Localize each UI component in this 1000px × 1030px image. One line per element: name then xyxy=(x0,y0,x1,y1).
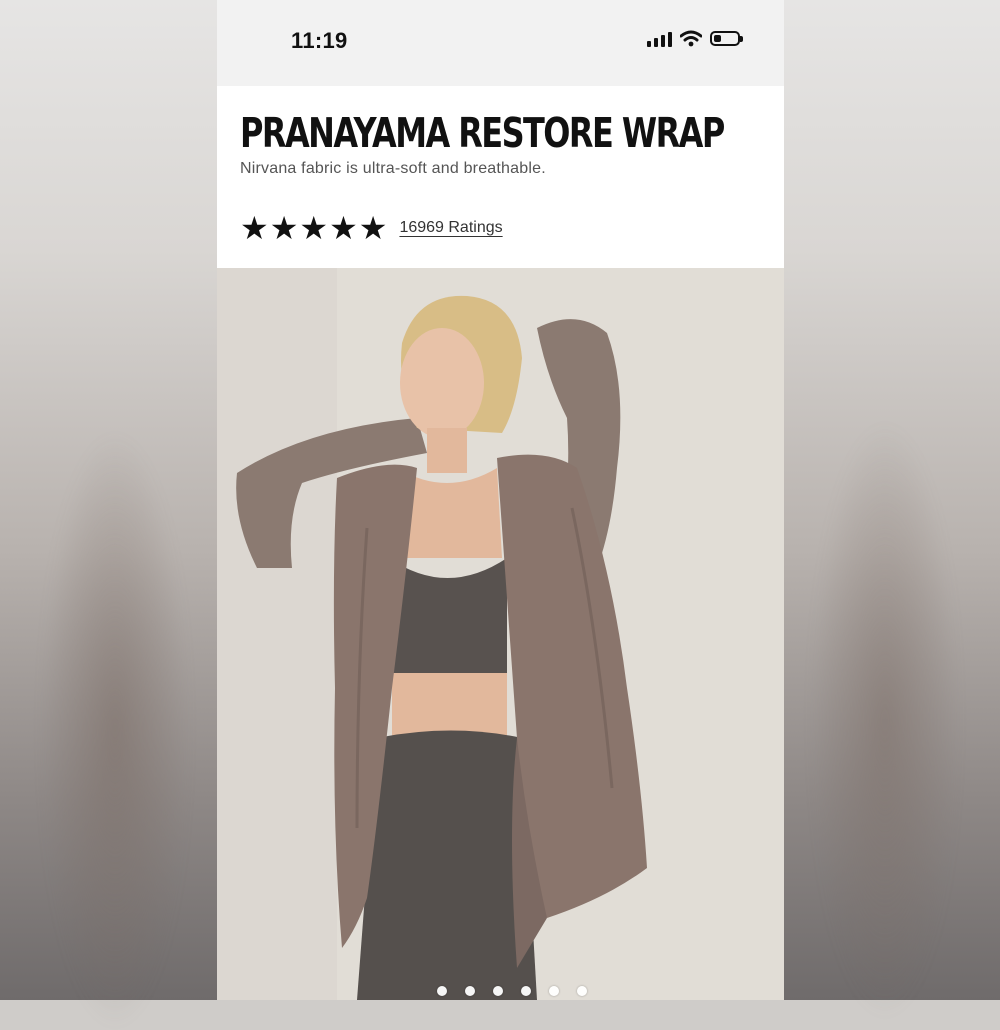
product-image[interactable] xyxy=(217,268,784,1000)
carousel-dot[interactable] xyxy=(437,986,447,996)
battery-fill xyxy=(714,35,721,42)
cellular-signal-icon xyxy=(647,31,672,47)
star-icon: ★ xyxy=(299,209,329,247)
carousel-dot[interactable] xyxy=(577,986,587,996)
carousel-dot[interactable] xyxy=(549,986,559,996)
backdrop-blur-left xyxy=(40,430,190,1030)
star-icon: ★ xyxy=(240,209,269,247)
product-header: PRANAYAMA RESTORE WRAP Nirvana fabric is… xyxy=(217,86,784,268)
carousel-dot[interactable] xyxy=(521,986,531,996)
star-icon: ★ xyxy=(329,209,358,247)
star-rating: ★ ★ ★ ★ ★ xyxy=(240,212,387,244)
phone-screen: 11:19 PRANAYAMA RESTORE WRAP Nirvana fab… xyxy=(217,0,784,1000)
status-bar: 11:19 xyxy=(217,0,784,86)
model-wearing-wrap-photo xyxy=(217,268,784,1000)
carousel-dot[interactable] xyxy=(465,986,475,996)
carousel-dot[interactable] xyxy=(493,986,503,996)
carousel-dots xyxy=(437,986,587,996)
wifi-icon xyxy=(680,30,702,47)
status-icons xyxy=(647,30,743,47)
status-time: 11:19 xyxy=(291,28,348,53)
ratings-count-link[interactable]: 16969 Ratings xyxy=(399,219,502,237)
battery-icon xyxy=(710,31,743,46)
star-icon: ★ xyxy=(358,209,388,247)
product-subtitle: Nirvana fabric is ultra-soft and breatha… xyxy=(240,160,546,177)
product-title: PRANAYAMA RESTORE WRAP xyxy=(240,109,725,157)
star-icon: ★ xyxy=(269,209,299,247)
backdrop-blur-right xyxy=(810,420,960,1020)
rating-row: ★ ★ ★ ★ ★ 16969 Ratings xyxy=(240,212,503,244)
